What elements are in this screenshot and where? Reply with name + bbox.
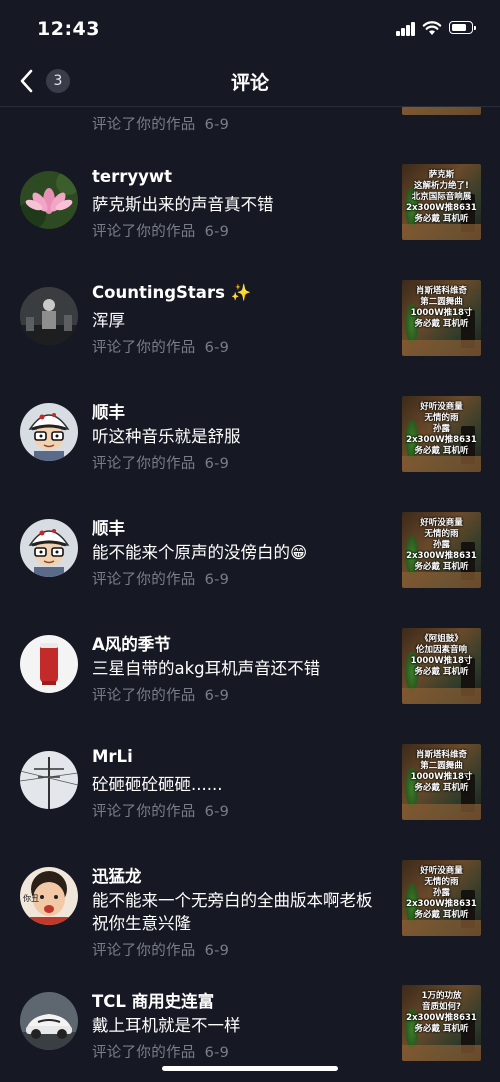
username[interactable]: terryywt <box>92 167 172 186</box>
video-thumbnail[interactable]: 《阿姐鼓》 伦加因素音响 1000W推18寸 务必戴 耳机听 <box>402 628 481 704</box>
comment-meta: 评论了你的作品 6-9 <box>92 452 229 473</box>
user-avatar[interactable] <box>20 992 78 1050</box>
comment-action-text: 评论了你的作品 <box>92 1045 196 1061</box>
status-bar: 12:43 <box>0 0 500 58</box>
comment-action-text: 评论了你的作品 <box>92 804 196 820</box>
comment-action-text: 评论了你的作品 <box>92 456 196 472</box>
user-avatar[interactable] <box>20 519 78 577</box>
thumbnail-caption: 萨克斯 这解析力绝了! 北京国际音响展 2x300W推8631 务必戴 耳机听 <box>406 170 477 224</box>
wifi-icon <box>422 21 442 35</box>
thumbnail-caption: 好听没商量 无情的雨 孙露 2x300W推8631 务必戴 耳机听 <box>406 518 477 572</box>
comment-date: 6-9 <box>204 688 230 704</box>
comment-item[interactable]: A风的季节三星自带的akg耳机声音还不错 评论了你的作品 6-9 《阿姐鼓》 伦加因素… <box>0 628 500 744</box>
cellular-signal-icon <box>396 22 416 36</box>
comment-item[interactable]: CountingStars ✨ 浑厚评论了你的作品 6-9 肖斯塔科维奇 第二圆舞曲 … <box>0 280 500 396</box>
thumbnail-caption: 好听没商量 无情的雨 孙露 2x300W推8631 务必戴 耳机听 <box>406 866 477 920</box>
comment-text: 三星自带的akg耳机声音还不错 <box>92 659 321 678</box>
video-thumbnail[interactable]: 好听没商量 无情的雨 孙露 2x300W推8631 务必戴 耳机听 <box>402 860 481 936</box>
svg-text:你丑: 你丑 <box>23 893 39 903</box>
comment-action-text: 评论了你的作品 <box>92 943 196 959</box>
comment-text: 听这种音乐就是舒服 <box>92 427 241 446</box>
comment-date: 6-9 <box>204 804 230 820</box>
partial-comment-item[interactable]: 评论了你的作品 6-9 <box>0 107 500 137</box>
thumbnail-caption: 肖斯塔科维奇 第二圆舞曲 1000W推18寸 务必戴 耳机听 <box>410 286 473 329</box>
user-avatar[interactable] <box>20 635 78 693</box>
username[interactable]: 迅猛龙 <box>92 863 142 887</box>
comment-text: 砼砸砸砼砸砸...... <box>92 775 223 794</box>
comment-date: 6-9 <box>204 1045 230 1061</box>
user-avatar[interactable] <box>20 171 78 229</box>
comment-item[interactable]: 顺丰听这种音乐就是舒服 评论了你的作品 6-9 好听没商量 无情的雨 孙露 2x300… <box>0 396 500 512</box>
user-avatar[interactable] <box>20 751 78 809</box>
comment-date: 6-9 <box>204 224 230 240</box>
comment-date: 6-9 <box>204 117 230 133</box>
comment-text: 浑厚 <box>92 311 125 330</box>
thumbnail-caption: 1万的功放 音质如何? 2x300W推8631 务必戴 耳机听 <box>406 991 477 1034</box>
nav-bar: 3 评论 <box>0 58 500 107</box>
comment-meta: 评论了你的作品 6-9 <box>92 336 229 357</box>
status-time: 12:43 <box>37 18 100 40</box>
comment-action-text: 评论了你的作品 <box>92 224 196 240</box>
comment-item[interactable]: MrLi 砼砸砸砼砸砸...... 评论了你的作品 6-9 肖斯塔科维奇 第二圆舞曲 1… <box>0 744 500 860</box>
comment-text: 萨克斯出来的声音真不错 <box>92 195 274 214</box>
comment-meta: 评论了你的作品 6-9 <box>92 113 229 134</box>
comment-text: 戴上耳机就是不一样 <box>92 1016 241 1035</box>
page-title: 评论 <box>230 72 269 94</box>
comment-date: 6-9 <box>204 943 230 959</box>
comment-action-text: 评论了你的作品 <box>92 688 196 704</box>
comment-meta: 评论了你的作品 6-9 <box>92 939 229 960</box>
thumbnail-caption: 好听没商量 无情的雨 孙露 2x300W推8631 务必戴 耳机听 <box>406 402 477 456</box>
comment-item[interactable]: 顺丰能不能来个原声的没傍白的😁 评论了你的作品 6-9 好听没商量 无情的雨 孙露 2… <box>0 512 500 628</box>
comment-date: 6-9 <box>204 340 230 356</box>
comment-list[interactable]: 评论了你的作品 6-9 terryywt 萨克斯出来的声音真不错 评论了你的作品 6-9… <box>0 107 500 1082</box>
comment-meta: 评论了你的作品 6-9 <box>92 568 229 589</box>
comment-date: 6-9 <box>204 456 230 472</box>
comment-text: 能不能来一个无旁白的全曲版本啊老板 祝你生意兴隆 <box>92 891 373 933</box>
comment-action-text: 评论了你的作品 <box>92 117 196 133</box>
username[interactable]: 顺丰 <box>92 399 125 423</box>
user-avatar[interactable] <box>20 403 78 461</box>
user-avatar[interactable] <box>20 287 78 345</box>
video-thumbnail[interactable]: 1万的功放 音质如何? 2x300W推8631 务必戴 耳机听 <box>402 985 481 1061</box>
comment-meta: 评论了你的作品 6-9 <box>92 684 229 705</box>
username[interactable]: CountingStars ✨ <box>92 283 251 303</box>
user-avatar[interactable]: 你丑 <box>20 867 78 925</box>
username[interactable]: MrLi <box>92 747 133 766</box>
video-thumbnail[interactable]: 肖斯塔科维奇 第二圆舞曲 1000W推18寸 务必戴 耳机听 <box>402 280 481 356</box>
comment-action-text: 评论了你的作品 <box>92 340 196 356</box>
username[interactable]: 顺丰 <box>92 515 125 539</box>
video-thumbnail[interactable]: 好听没商量 无情的雨 孙露 2x300W推8631 务必戴 耳机听 <box>402 396 481 472</box>
comment-action-text: 评论了你的作品 <box>92 572 196 588</box>
comment-meta: 评论了你的作品 6-9 <box>92 800 229 821</box>
video-thumbnail[interactable] <box>402 107 481 115</box>
thumbnail-caption: 肖斯塔科维奇 第二圆舞曲 1000W推18寸 务必戴 耳机听 <box>410 750 473 793</box>
comment-item[interactable]: 你丑 迅猛龙能不能来一个无旁白的全曲版本啊老板 祝你生意兴隆评论了你的作品 6-9 好… <box>0 860 500 998</box>
comment-meta: 评论了你的作品 6-9 <box>92 220 229 241</box>
comment-meta: 评论了你的作品 6-9 <box>92 1041 229 1062</box>
username[interactable]: A风的季节 <box>92 631 171 655</box>
home-indicator <box>162 1066 338 1071</box>
comment-date: 6-9 <box>204 572 230 588</box>
video-thumbnail[interactable]: 萨克斯 这解析力绝了! 北京国际音响展 2x300W推8631 务必戴 耳机听 <box>402 164 481 240</box>
comment-text: 能不能来个原声的没傍白的😁 <box>92 543 308 562</box>
username[interactable]: TCL 商用史连富 <box>92 988 214 1012</box>
video-thumbnail[interactable]: 好听没商量 无情的雨 孙露 2x300W推8631 务必戴 耳机听 <box>402 512 481 588</box>
battery-icon <box>449 21 476 34</box>
video-thumbnail[interactable]: 肖斯塔科维奇 第二圆舞曲 1000W推18寸 务必戴 耳机听 <box>402 744 481 820</box>
thumbnail-caption: 《阿姐鼓》 伦加因素音响 1000W推18寸 务必戴 耳机听 <box>410 634 473 677</box>
comment-item[interactable]: terryywt 萨克斯出来的声音真不错 评论了你的作品 6-9 萨克斯 这解析力绝了!… <box>0 164 500 280</box>
